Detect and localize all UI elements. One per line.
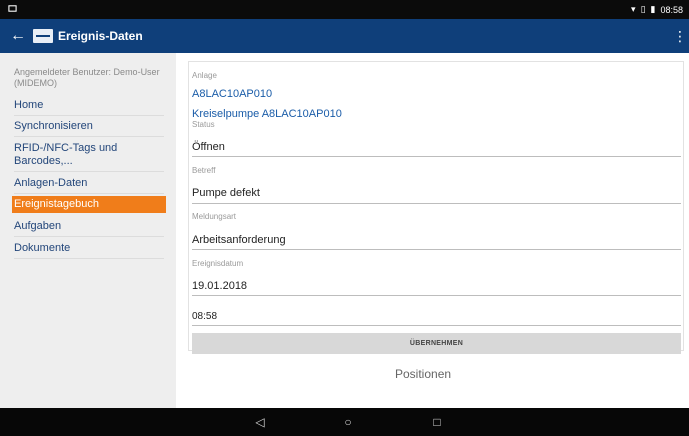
meldungsart-dropdown[interactable]: Arbeitsanforderung [192,234,286,246]
status-bar: ▾ ▯ ▮ 08:58 [0,0,689,19]
notification-icon [8,5,17,12]
nav-recents-icon[interactable]: □ [428,413,446,431]
date-input[interactable]: 19.01.2018 [192,280,247,292]
logged-in-user: Angemeldeter Benutzer: Demo-User (MIDEMO… [14,67,160,88]
page-title: Ereignis-Daten [58,29,143,43]
betreff-label: Betreff [192,166,216,175]
status-label: Status [192,120,215,129]
sidebar-item-label: Home [14,99,44,111]
sidebar-item-label: Dokumente [14,242,71,254]
app-bar: ← Ereignis-Daten ⋮ [0,19,689,53]
signal-icon: ▯ [640,4,646,14]
time-input[interactable]: 08:58 [192,311,217,322]
date-underline [192,295,681,296]
navigation-bar: ◁ ○ □ [0,408,689,436]
sidebar-item-home[interactable]: Home [14,99,164,116]
status-dropdown[interactable]: Öffnen [192,141,225,153]
submit-button[interactable]: ÜBERNEHMEN [192,333,681,354]
time-underline [192,325,681,326]
sidebar-item-label: Anlagen-Daten [14,177,88,189]
sidebar-item-ereignistagebuch[interactable]: Ereignistagebuch [12,196,166,213]
sidebar-item-label: RFID-/NFC-Tags und Barcodes,... [14,142,118,167]
app-logo-icon [33,29,53,43]
main-content: Angemeldeter Benutzer: Demo-User (MIDEMO… [0,53,689,408]
nav-home-icon[interactable]: ○ [339,413,357,431]
back-arrow-icon[interactable]: ← [10,27,26,45]
anlage-name-link[interactable]: Kreiselpumpe A8LAC10AP010 [192,108,342,120]
sidebar: Angemeldeter Benutzer: Demo-User (MIDEMO… [0,53,176,408]
sidebar-item-label: Ereignistagebuch [14,198,100,210]
betreff-input[interactable]: Pumpe defekt [192,187,260,199]
nav-back-icon[interactable]: ◁ [251,413,269,431]
status-indicators: ▾ ▯ ▮ 08:58 [631,4,683,15]
positions-tab[interactable]: Positionen [395,367,451,381]
sidebar-item-rfid-nfc-barcodes[interactable]: RFID-/NFC-Tags und Barcodes,... [14,142,164,172]
event-form: Anlage A8LAC10AP010 Kreiselpumpe A8LAC10… [188,61,684,351]
status-underline [192,156,681,157]
betreff-underline [192,203,681,204]
status-time: 08:58 [660,4,683,15]
anlage-code-link[interactable]: A8LAC10AP010 [192,88,272,100]
sidebar-item-label: Synchronisieren [14,120,93,132]
wifi-icon: ▾ [631,4,636,14]
sidebar-item-dokumente[interactable]: Dokumente [14,242,164,259]
meldungsart-underline [192,249,681,250]
sidebar-item-aufgaben[interactable]: Aufgaben [14,220,164,237]
sidebar-item-label: Aufgaben [14,220,62,232]
meldungsart-label: Meldungsart [192,212,237,221]
battery-icon: ▮ [650,4,656,14]
sidebar-item-anlagen-daten[interactable]: Anlagen-Daten [14,177,164,194]
ereignisdatum-label: Ereignisdatum [192,259,244,268]
anlage-label: Anlage [192,71,217,80]
overflow-menu-icon[interactable]: ⋮ [673,28,687,44]
sidebar-item-synchronisieren[interactable]: Synchronisieren [14,120,164,137]
